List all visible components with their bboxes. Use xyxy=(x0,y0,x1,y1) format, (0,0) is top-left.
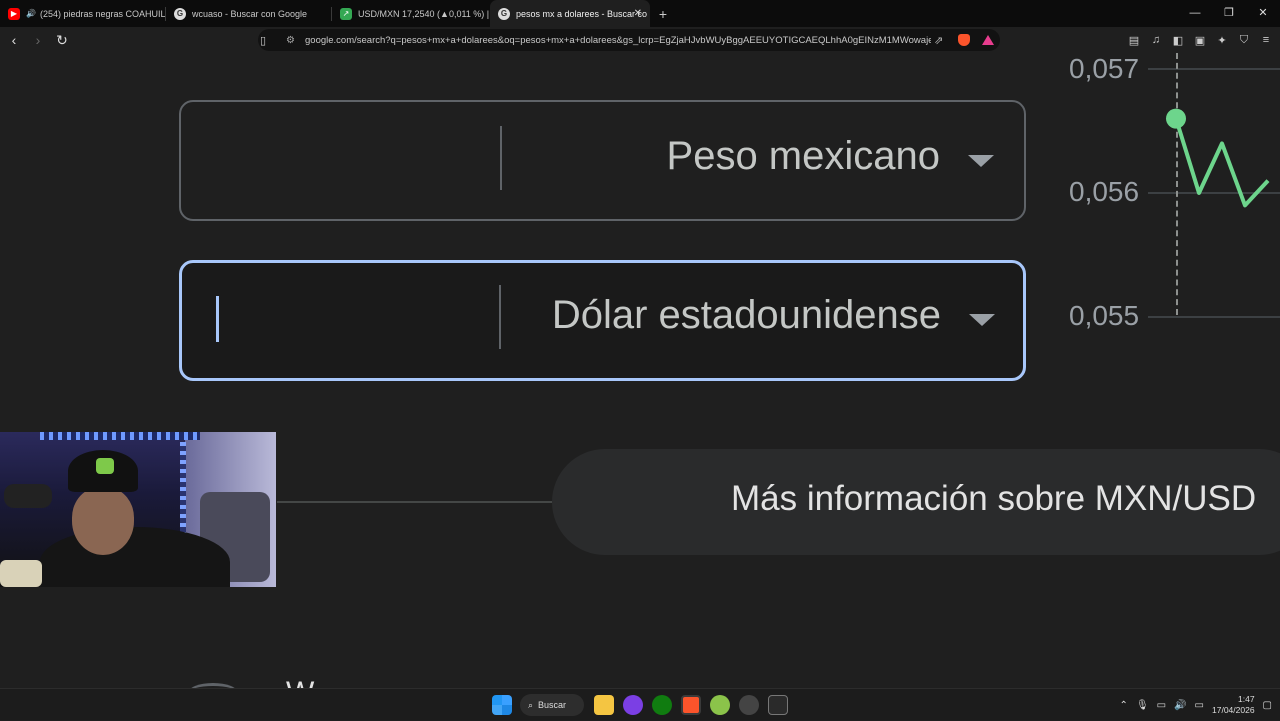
search-icon: ⌕ xyxy=(528,699,534,710)
reload-icon[interactable]: ↻ xyxy=(52,32,72,49)
brave-rewards-icon[interactable] xyxy=(982,35,994,45)
game-app-icon[interactable] xyxy=(710,695,730,715)
wallet-icon[interactable]: ▣ xyxy=(1192,34,1208,47)
from-currency-select[interactable]: Peso mexicano xyxy=(667,134,940,179)
xbox-icon[interactable] xyxy=(652,695,672,715)
webcam-overlay xyxy=(0,432,276,587)
window-controls: — ❐ ✕ xyxy=(1178,0,1280,27)
close-window-icon[interactable]: ✕ xyxy=(1246,0,1280,27)
minimize-icon[interactable]: — xyxy=(1178,0,1212,27)
cap-logo xyxy=(96,458,114,474)
share-icon[interactable]: ⇗ xyxy=(934,34,943,47)
tab-youtube[interactable]: ▶ 🔊 (254) piedras negras COAHUILA xyxy=(0,0,165,27)
chevron-up-icon[interactable]: ⌃ xyxy=(1120,700,1128,711)
to-currency-select[interactable]: Dólar estadounidense xyxy=(552,293,941,338)
brave-icon[interactable] xyxy=(681,695,701,715)
y-tick-label: 0,057 xyxy=(1069,53,1140,84)
webcam-led-strip xyxy=(40,432,200,440)
back-icon[interactable]: ‹ xyxy=(4,32,24,48)
leo-ai-icon[interactable]: ✦ xyxy=(1214,34,1230,47)
to-currency-field[interactable]: Dólar estadounidense xyxy=(179,260,1026,381)
tab-google-finance[interactable]: ↗ USD/MXN 17,2540 (▲0,011 %) | Goo xyxy=(332,0,490,27)
bookmark-icon[interactable]: ▯ xyxy=(260,34,266,47)
more-info-button[interactable]: Más información sobre MXN/USD xyxy=(552,449,1280,555)
clock[interactable]: 1:47 17/04/2026 xyxy=(1212,694,1255,716)
divider-line xyxy=(277,501,553,503)
page-content: Peso mexicano Dólar estadounidense 0,057… xyxy=(0,53,1280,688)
toolbar-extensions: ▤ ♫ ◧ ▣ ✦ ⛉ ≡ xyxy=(1126,27,1274,53)
media-icon[interactable]: ♫ xyxy=(1148,34,1164,46)
clock-date: 17/04/2026 xyxy=(1212,705,1255,715)
steam-icon[interactable] xyxy=(739,695,759,715)
tab-title: wcuaso - Buscar con Google xyxy=(192,8,308,19)
result-title-peek: W xyxy=(286,676,314,688)
reader-mode-icon[interactable]: ▤ xyxy=(1126,34,1142,47)
tab-title: pesos mx a dolarees - Buscar co xyxy=(516,8,648,19)
tab-strip: ▶ 🔊 (254) piedras negras COAHUILA G wcua… xyxy=(0,0,1280,27)
file-explorer-icon[interactable] xyxy=(594,695,614,715)
notifications-icon[interactable]: ▢ xyxy=(1263,700,1272,711)
app-icon[interactable] xyxy=(623,695,643,715)
microphone-icon[interactable]: 🎙 xyxy=(1136,700,1149,711)
tab-google-wcuaso[interactable]: G wcuaso - Buscar con Google xyxy=(166,0,331,27)
sidebar-icon[interactable]: ◧ xyxy=(1170,34,1186,47)
volume-icon[interactable]: 🔊 xyxy=(1174,700,1186,711)
webcam-led-strip xyxy=(180,442,186,542)
hover-point[interactable] xyxy=(1166,108,1186,129)
battery-icon[interactable]: ▭ xyxy=(1195,700,1204,711)
audio-icon[interactable]: 🔊 xyxy=(26,9,36,18)
y-tick-label: 0,056 xyxy=(1069,176,1140,207)
youtube-icon: ▶ xyxy=(8,7,20,20)
microphone xyxy=(4,484,52,508)
rate-line-chart[interactable] xyxy=(1148,53,1280,333)
field-divider xyxy=(499,285,501,349)
browser-toolbar: ‹ › ↻ ▯ ⚙ google.com/search?q=pesos+mx+a… xyxy=(0,27,1280,53)
cup xyxy=(0,560,42,587)
rate-series-line xyxy=(1174,118,1270,208)
windows-start-icon[interactable] xyxy=(492,695,512,715)
dropdown-arrow-icon[interactable] xyxy=(968,155,994,167)
restore-icon[interactable]: ❐ xyxy=(1212,0,1246,27)
menu-icon[interactable]: ≡ xyxy=(1258,34,1274,46)
from-currency-field[interactable]: Peso mexicano xyxy=(179,100,1026,221)
address-bar[interactable]: ▯ ⚙ google.com/search?q=pesos+mx+a+dolar… xyxy=(258,29,1000,51)
tab-pesos-dolares[interactable]: G pesos mx a dolarees - Buscar co ✕ xyxy=(490,0,650,27)
google-icon: G xyxy=(174,7,186,20)
brave-shields-icon[interactable] xyxy=(958,34,970,46)
google-finance-icon: ↗ xyxy=(340,7,352,20)
search-label: Buscar xyxy=(538,700,567,710)
google-icon: G xyxy=(498,7,510,20)
epic-games-icon[interactable] xyxy=(768,695,788,715)
taskbar-search[interactable]: ⌕ Buscar xyxy=(520,694,584,716)
system-tray: ⌃ 🎙 ▭ 🔊 ▭ 1:47 17/04/2026 ▢ xyxy=(1120,689,1272,721)
text-cursor xyxy=(216,296,219,342)
display-icon[interactable]: ▭ xyxy=(1157,700,1166,711)
tab-title: (254) piedras negras COAHUILA xyxy=(39,8,165,19)
taskbar: ⌕ Buscar ⌃ 🎙 ▭ 🔊 ▭ 1:47 17/04/2026 ▢ xyxy=(0,688,1280,720)
site-info-icon[interactable]: ⚙ xyxy=(286,35,295,46)
url-text: google.com/search?q=pesos+mx+a+dolarees&… xyxy=(305,34,931,46)
dropdown-arrow-icon[interactable] xyxy=(969,314,995,326)
field-divider xyxy=(500,126,502,190)
close-tab-icon[interactable]: ✕ xyxy=(634,8,642,19)
webcam-face xyxy=(72,487,134,555)
more-info-label: Más información sobre MXN/USD xyxy=(731,479,1257,518)
new-tab-button[interactable]: + xyxy=(650,6,676,22)
forward-icon[interactable]: › xyxy=(28,32,48,48)
y-tick-label: 0,055 xyxy=(1069,300,1140,331)
vpn-icon[interactable]: ⛉ xyxy=(1236,34,1252,47)
clock-time: 1:47 xyxy=(1238,694,1255,704)
tab-title: USD/MXN 17,2540 (▲0,011 %) | Goo xyxy=(358,8,490,19)
